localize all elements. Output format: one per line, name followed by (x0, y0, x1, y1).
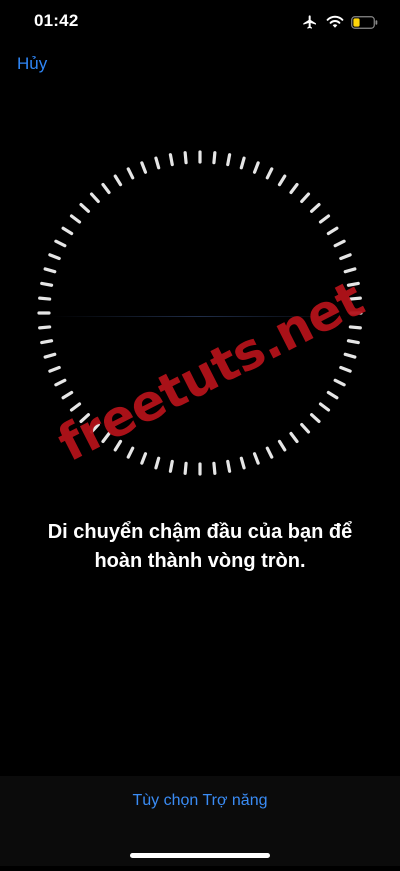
ring-tick (38, 325, 52, 330)
ring-tick (265, 446, 274, 459)
ring-tick (226, 153, 232, 167)
ring-tick (333, 239, 346, 248)
status-time: 01:42 (34, 11, 79, 30)
ring-tick (318, 214, 331, 224)
ring-tick (300, 422, 311, 434)
ring-tick (54, 378, 67, 387)
ring-tick (346, 339, 360, 345)
ring-tick (61, 226, 74, 236)
ring-tick (126, 446, 135, 459)
ring-tick (140, 452, 148, 465)
ring-tick (326, 226, 339, 236)
ring-tick (183, 461, 188, 475)
ring-tick (339, 253, 352, 261)
ring-tick (265, 167, 274, 180)
status-bar: 01:42 (0, 0, 400, 44)
ring-tick (61, 390, 74, 400)
ring-tick (252, 452, 260, 465)
accessibility-options-button[interactable]: Tùy chọn Trợ năng (0, 792, 400, 810)
airplane-icon (301, 14, 319, 30)
ring-tick (212, 151, 217, 165)
ring-tick (239, 156, 246, 170)
ring-tick (239, 456, 246, 470)
ring-tick (309, 202, 321, 213)
ring-tick (343, 352, 357, 359)
ring-tick (140, 161, 148, 174)
ring-tick (168, 459, 174, 473)
instruction-line-2: hoàn thành vòng tròn. (94, 550, 306, 572)
ring-tick (48, 365, 61, 373)
ring-tick (40, 281, 54, 287)
battery-icon (351, 15, 378, 29)
ring-tick (226, 459, 232, 473)
ring-tick (183, 151, 188, 165)
ring-tick (126, 167, 135, 180)
ring-tick (309, 413, 321, 424)
ring-tick (252, 161, 260, 174)
ring-tick (48, 253, 61, 261)
home-indicator[interactable] (130, 853, 270, 858)
ring-tick (326, 390, 339, 400)
ring-tick (277, 174, 287, 187)
ring-tick (89, 192, 100, 204)
ring-tick (54, 239, 67, 248)
ring-tick (333, 378, 346, 387)
ring-tick (277, 439, 287, 452)
ring-tick (154, 156, 161, 170)
ring-tick (289, 431, 299, 444)
ring-tick (101, 182, 111, 195)
watermark-text: freetuts.net (48, 269, 373, 473)
ring-tick (339, 365, 352, 373)
ring-tick (168, 153, 174, 167)
ring-tick (79, 202, 91, 213)
ring-tick (38, 296, 52, 301)
ring-tick (289, 182, 299, 195)
status-icons (301, 12, 378, 32)
ring-tick (318, 402, 331, 412)
ring-tick (113, 174, 123, 187)
ring-tick (40, 339, 54, 345)
ring-tick (154, 456, 161, 470)
instruction-line-1: Di chuyển chậm đầu của bạn để (47, 521, 353, 543)
ring-tick (69, 214, 82, 224)
ring-tick (43, 267, 57, 274)
ring-tick (300, 192, 311, 204)
wifi-icon (326, 15, 344, 29)
ring-tick (43, 352, 57, 359)
cancel-button[interactable]: Hủy (17, 54, 47, 74)
ring-tick (212, 461, 217, 475)
instruction-text: Di chuyển chậm đầu của bạn để hoàn thành… (20, 518, 380, 576)
